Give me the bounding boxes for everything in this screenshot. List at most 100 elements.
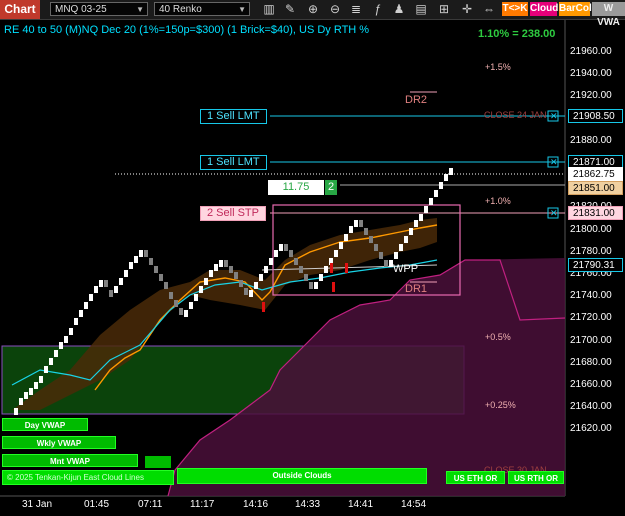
bullish-brick: [399, 244, 403, 251]
sell-lmt-order-tag[interactable]: 1 Sell LMT: [200, 109, 267, 124]
tab-chart[interactable]: Chart: [0, 0, 40, 19]
bullish-brick: [344, 234, 348, 241]
signal-brick: [332, 282, 335, 292]
price-marker-wpp: 21790.31: [568, 258, 623, 272]
price-tick-label: 21920.00: [570, 90, 612, 102]
bullish-brick: [14, 408, 18, 415]
signal-brick: [345, 263, 348, 273]
bullish-brick: [64, 336, 68, 343]
bullish-brick: [34, 382, 38, 389]
signal-brick: [330, 263, 333, 273]
bullish-brick: [259, 274, 263, 281]
cancel-order-icon[interactable]: ✕: [547, 207, 559, 219]
barcol-toggle-button[interactable]: BarCol: [559, 2, 592, 16]
bullish-brick: [54, 350, 58, 357]
cancel-order-icon[interactable]: ✕: [547, 156, 559, 168]
bearish-brick: [169, 292, 173, 299]
outside-clouds-button[interactable]: Outside Clouds: [177, 468, 427, 484]
ruler-icon[interactable]: ⇔: [482, 2, 496, 16]
data-box-icon[interactable]: ⊞: [437, 2, 451, 16]
mnt-vwap-button[interactable]: Mnt VWAP: [2, 454, 138, 467]
bullish-brick: [219, 260, 223, 267]
chevron-down-icon: ▼: [238, 5, 246, 14]
cancel-order-icon[interactable]: ✕: [547, 110, 559, 122]
bullish-brick: [199, 286, 203, 293]
bullish-brick: [204, 278, 208, 285]
bullish-brick: [439, 182, 443, 189]
time-tick-label: 14:16: [243, 499, 269, 510]
price-tick-label: 21720.00: [570, 312, 612, 324]
templates-icon[interactable]: ▤: [414, 2, 428, 16]
bullish-brick: [249, 290, 253, 297]
bullish-brick: [119, 278, 123, 285]
strategies-icon[interactable]: ♟: [392, 2, 406, 16]
us-rth-or-button[interactable]: US RTH OR: [508, 471, 564, 484]
zoom-out-icon[interactable]: ⊖: [328, 2, 342, 16]
svg-text:✕: ✕: [550, 157, 558, 167]
bearish-brick: [299, 266, 303, 273]
instrument-select[interactable]: MNQ 03-25 ▼: [50, 2, 148, 16]
price-tick-label: 21700.00: [570, 334, 612, 346]
zoom-in-icon[interactable]: ⊕: [306, 2, 320, 16]
signal-brick: [262, 302, 265, 312]
bullish-brick: [444, 174, 448, 181]
bullish-brick: [314, 282, 318, 289]
svg-text:✕: ✕: [550, 111, 558, 121]
bearish-brick: [149, 258, 153, 265]
sell-lmt-order-tag[interactable]: 1 Sell LMT: [200, 155, 267, 170]
bearish-brick: [374, 244, 378, 251]
bearish-brick: [369, 236, 373, 243]
bullish-brick: [89, 294, 93, 301]
bearish-brick: [154, 266, 158, 273]
bullish-brick: [409, 228, 413, 235]
tk-toggle-button[interactable]: T<>K: [502, 2, 528, 16]
pct-0-5-label: +0.5%: [485, 332, 511, 342]
mnt-vwap-ext: [145, 456, 171, 468]
bullish-brick: [419, 214, 423, 221]
bar-type-select[interactable]: 40 Renko ▼: [154, 2, 250, 16]
bullish-brick: [339, 242, 343, 249]
day-vwap-button[interactable]: Day VWAP: [2, 418, 88, 431]
bars-icon[interactable]: ▥: [262, 2, 276, 16]
price-tick-label: 21880.00: [570, 134, 612, 146]
bullish-brick: [114, 286, 118, 293]
bearish-brick: [379, 252, 383, 259]
price-tick-label: 21740.00: [570, 290, 612, 302]
instrument-value: MNQ 03-25: [55, 4, 107, 15]
chart-header: RE 40 to 50 (M)NQ Dec 20 (1%=150p=$300) …: [4, 24, 370, 36]
bullish-brick: [69, 328, 73, 335]
properties-icon[interactable]: ≣: [349, 2, 363, 16]
price-marker-last-price: 21862.75: [568, 167, 623, 181]
wvwap-toggle-button[interactable]: W VWA: [592, 2, 625, 28]
price-tick-label: 21620.00: [570, 423, 612, 435]
bearish-brick: [229, 266, 233, 273]
sell-stp-order-tag[interactable]: 2 Sell STP: [200, 206, 266, 221]
bullish-brick: [269, 258, 273, 265]
time-tick-label: 11:17: [190, 499, 215, 510]
wkly-vwap-button[interactable]: Wkly VWAP: [2, 436, 116, 449]
pct-1-5-label: +1.5%: [485, 62, 511, 72]
bullish-brick: [264, 266, 268, 273]
bar-type-value: 40 Renko: [159, 4, 202, 15]
bullish-brick: [209, 270, 213, 277]
bullish-brick: [24, 392, 28, 399]
cloud-toggle-button[interactable]: Cloud: [530, 2, 558, 16]
bearish-brick: [359, 220, 363, 227]
price-tick-label: 21960.00: [570, 46, 612, 57]
wpp-label: WPP: [393, 263, 419, 275]
svg-text:✕: ✕: [550, 208, 558, 218]
bullish-brick: [59, 342, 63, 349]
bullish-brick: [334, 250, 338, 257]
us-eth-or-button[interactable]: US ETH OR: [446, 471, 505, 484]
bullish-brick: [44, 366, 48, 373]
bullish-brick: [349, 226, 353, 233]
time-tick-label: 07:11: [138, 499, 163, 510]
crosshair-icon[interactable]: ✛: [460, 2, 474, 16]
bullish-brick: [39, 376, 43, 383]
price-tick-label: 21800.00: [570, 223, 612, 235]
indicators-icon[interactable]: ƒ: [371, 2, 385, 16]
position-qty[interactable]: 2: [325, 180, 337, 195]
bearish-brick: [179, 308, 183, 315]
draw-icon[interactable]: ✎: [283, 2, 297, 16]
time-tick-label: 01:45: [84, 499, 110, 510]
